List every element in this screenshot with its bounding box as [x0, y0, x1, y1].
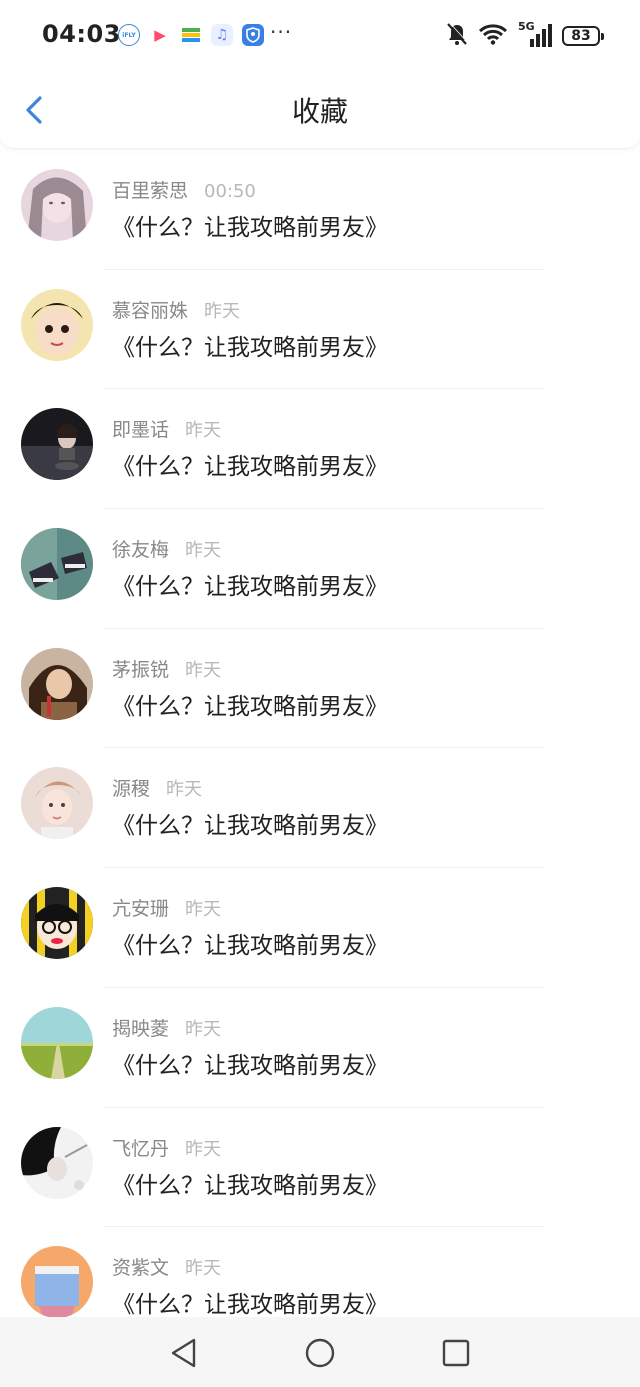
wallet-app-icon — [180, 24, 202, 46]
author-name: 慕容丽姝 — [112, 299, 189, 322]
item-title: 《什么？让我攻略前男友》 — [112, 1172, 388, 1199]
item-author: 茅振锐 昨天 — [112, 655, 221, 682]
avatar — [21, 408, 93, 481]
item-title: 《什么？让我攻略前男友》 — [112, 454, 388, 481]
mute-bell-icon — [446, 22, 468, 50]
item-author: 亢安珊 昨天 — [112, 894, 221, 921]
page-title: 收藏 — [291, 95, 348, 128]
item-author: 即墨话 昨天 — [112, 415, 221, 442]
avatar — [21, 528, 93, 601]
wifi-icon — [478, 23, 508, 49]
list-item[interactable]: 慕容丽姝 昨天 《什么？让我攻略前男友》 — [0, 270, 640, 390]
status-bar: 04:03 iFLY ▶ ♫ ··· 5G 83 — [0, 0, 640, 70]
ifly-app-icon: iFLY — [118, 24, 140, 46]
avatar — [21, 169, 93, 241]
author-name: 揭映菱 — [112, 1017, 170, 1040]
item-title: 《什么？让我攻略前男友》 — [112, 693, 388, 720]
nav-recents-button[interactable] — [438, 1335, 474, 1371]
status-time: 04:03 — [42, 20, 121, 48]
list-item[interactable]: 揭映菱 昨天 《什么？让我攻略前男友》 — [0, 988, 640, 1108]
cellular-signal-icon: 5G — [518, 20, 552, 48]
music-app-icon: ♫ — [211, 24, 233, 46]
triangle-back-icon — [171, 1338, 196, 1368]
item-title: 《什么？让我攻略前男友》 — [112, 1052, 388, 1079]
avatar — [21, 1006, 93, 1079]
item-time: 昨天 — [185, 1258, 222, 1280]
item-title: 《什么？让我攻略前男友》 — [112, 334, 388, 361]
list-item[interactable]: 飞忆丹 昨天 《什么？让我攻略前男友》 — [0, 1108, 640, 1228]
video-app-icon: ▶ — [149, 24, 171, 46]
notification-icons: iFLY ▶ ♫ — [118, 24, 264, 46]
item-time: 昨天 — [185, 420, 222, 442]
avatar — [21, 288, 93, 361]
author-name: 即墨话 — [112, 419, 170, 442]
item-author: 飞忆丹 昨天 — [112, 1134, 221, 1161]
circle-home-icon — [305, 1338, 335, 1368]
item-time: 昨天 — [166, 779, 203, 801]
item-author: 徐友梅 昨天 — [112, 535, 221, 562]
item-time: 昨天 — [185, 1138, 222, 1160]
item-title: 《什么？让我攻略前男友》 — [112, 574, 388, 601]
avatar — [21, 1246, 93, 1319]
item-title: 《什么？让我攻略前男友》 — [112, 1292, 388, 1319]
author-name: 资紫文 — [112, 1257, 170, 1280]
item-author: 百里萦思 00:50 — [112, 176, 256, 203]
square-recents-icon — [442, 1339, 470, 1367]
avatar — [21, 887, 93, 960]
item-title: 《什么？让我攻略前男友》 — [112, 813, 388, 840]
list-item[interactable]: 茅振锐 昨天 《什么？让我攻略前男友》 — [0, 629, 640, 749]
list-item[interactable]: 即墨话 昨天 《什么？让我攻略前男友》 — [0, 389, 640, 510]
item-author: 揭映菱 昨天 — [112, 1014, 221, 1041]
more-notifications-icon: ··· — [270, 20, 293, 44]
author-name: 徐友梅 — [112, 539, 170, 562]
author-name: 茅振锐 — [112, 658, 170, 681]
security-app-icon — [242, 24, 264, 46]
list-item[interactable]: 百里萦思 00:50 《什么？让我攻略前男友》 — [0, 150, 640, 270]
item-title: 《什么？让我攻略前男友》 — [112, 933, 388, 960]
list-item[interactable]: 亢安珊 昨天 《什么？让我攻略前男友》 — [0, 868, 640, 988]
item-time: 昨天 — [185, 1018, 222, 1040]
item-time: 昨天 — [185, 659, 222, 681]
app-header: 收藏 — [0, 70, 640, 149]
item-author: 资紫文 昨天 — [112, 1253, 221, 1280]
nav-home-button[interactable] — [302, 1335, 338, 1371]
author-name: 飞忆丹 — [112, 1137, 170, 1160]
list-item[interactable]: 徐友梅 昨天 《什么？让我攻略前男友》 — [0, 509, 640, 629]
system-navigation-bar — [0, 1317, 640, 1387]
author-name: 亢安珊 — [112, 898, 170, 921]
nav-back-button[interactable] — [166, 1335, 202, 1371]
item-author: 源稷 昨天 — [112, 774, 202, 801]
avatar — [21, 767, 93, 840]
favorites-list: 百里萦思 00:50 《什么？让我攻略前男友》 慕容丽姝 昨天 《什么？让我攻略前男… — [0, 150, 640, 1347]
author-name: 源稷 — [112, 778, 151, 801]
battery-indicator: 83 — [562, 26, 604, 46]
item-time: 00:50 — [204, 181, 256, 202]
item-time: 昨天 — [185, 899, 222, 921]
author-name: 百里萦思 — [112, 180, 189, 202]
item-title: 《什么？让我攻略前男友》 — [112, 215, 388, 241]
item-author: 慕容丽姝 昨天 — [112, 296, 240, 323]
list-item[interactable]: 源稷 昨天 《什么？让我攻略前男友》 — [0, 748, 640, 869]
battery-level: 83 — [571, 28, 591, 44]
item-time: 昨天 — [185, 540, 222, 562]
status-right: 5G 83 — [446, 20, 604, 50]
avatar — [21, 1126, 93, 1199]
avatar — [21, 647, 93, 720]
item-time: 昨天 — [204, 300, 241, 322]
